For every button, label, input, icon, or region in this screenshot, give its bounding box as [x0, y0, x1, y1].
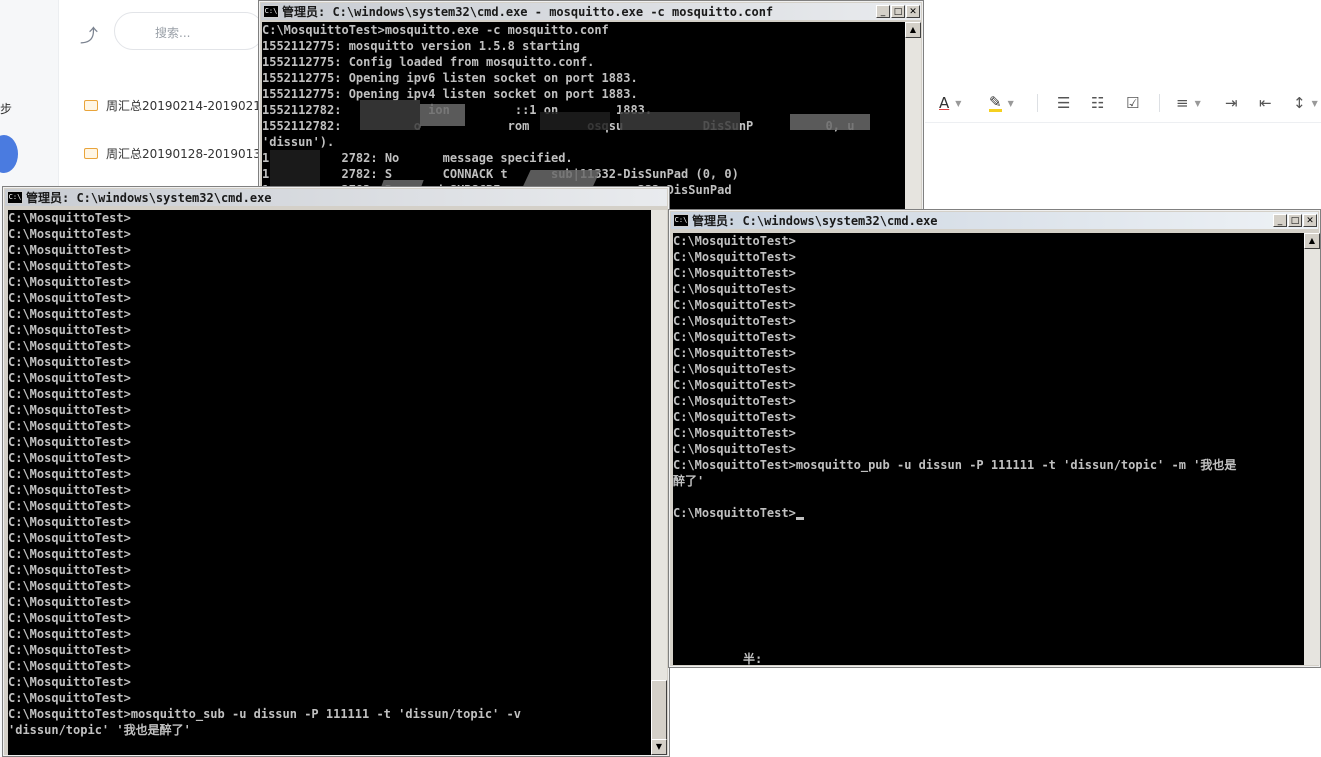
- checkbox-icon[interactable]: ☑: [1126, 90, 1139, 116]
- line-spacing-icon[interactable]: ↕ ▼: [1293, 90, 1318, 116]
- sidebar-avatar[interactable]: [0, 135, 18, 173]
- folder-icon: [84, 147, 98, 159]
- search-placeholder: 搜索...: [155, 26, 191, 40]
- console-output[interactable]: C:\MosquittoTest> C:\MosquittoTest> C:\M…: [673, 233, 1304, 665]
- file-name: 周汇总20190128-20190131: [106, 146, 269, 161]
- bullet-list-icon[interactable]: ☰: [1057, 90, 1070, 116]
- maximize-button[interactable]: □: [1288, 214, 1302, 227]
- title-bar[interactable]: C:\ 管理员: C:\windows\system32\cmd.exe: [5, 189, 667, 206]
- align-icon[interactable]: ≡ ▼: [1176, 90, 1201, 116]
- scroll-up-icon[interactable]: ▲: [905, 22, 921, 38]
- window-title: 管理员: C:\windows\system32\cmd.exe: [692, 214, 938, 228]
- cmd-icon: C:\: [7, 191, 23, 204]
- search-input[interactable]: 搜索...: [114, 12, 264, 50]
- font-color-icon[interactable]: A ▼: [939, 90, 961, 116]
- indent-increase-icon[interactable]: ⇥: [1225, 90, 1238, 116]
- cmd-icon: C:\: [263, 5, 279, 18]
- indent-decrease-icon[interactable]: ⇤: [1259, 90, 1272, 116]
- ime-status: 半:: [743, 652, 763, 665]
- file-item[interactable]: 周汇总20190214-20190216: [84, 95, 269, 115]
- minimize-button[interactable]: _: [876, 5, 890, 18]
- editor-toolbar: A ▼ ✎ ▼ ☰ ☷ ☑ ≡ ▼ ⇥ ⇤ ↕ ▼: [925, 90, 1321, 116]
- sidebar-label: 步: [0, 102, 13, 116]
- publisher-log: C:\MosquittoTest> C:\MosquittoTest> C:\M…: [673, 234, 1237, 520]
- folder-icon: [84, 99, 98, 111]
- cmd-icon: C:\: [673, 214, 689, 227]
- publisher-cmd-window[interactable]: C:\ 管理员: C:\windows\system32\cmd.exe _ □…: [668, 209, 1321, 668]
- console-output[interactable]: C:\MosquittoTest> C:\MosquittoTest> C:\M…: [8, 210, 651, 755]
- window-title: 管理员: C:\windows\system32\cmd.exe - mosqu…: [282, 5, 774, 19]
- maximize-button[interactable]: □: [891, 5, 905, 18]
- scroll-down-icon[interactable]: ▼: [651, 739, 667, 755]
- file-item[interactable]: 周汇总20190128-20190131: [84, 143, 269, 163]
- scrollbar[interactable]: ▲: [1304, 233, 1320, 665]
- title-bar[interactable]: C:\ 管理员: C:\windows\system32\cmd.exe _ □…: [671, 212, 1318, 229]
- scrollbar[interactable]: ▼: [651, 210, 667, 755]
- window-title: 管理员: C:\windows\system32\cmd.exe: [26, 191, 272, 205]
- subscriber-cmd-window[interactable]: C:\ 管理员: C:\windows\system32\cmd.exe C:\…: [2, 186, 670, 757]
- numbered-list-icon[interactable]: ☷: [1091, 90, 1104, 116]
- subscriber-log: C:\MosquittoTest> C:\MosquittoTest> C:\M…: [8, 211, 521, 737]
- highlight-icon[interactable]: ✎ ▼: [989, 90, 1014, 116]
- close-button[interactable]: ✕: [1303, 214, 1317, 227]
- minimize-button[interactable]: _: [1273, 214, 1287, 227]
- back-up-icon[interactable]: ⤴: [80, 22, 98, 48]
- title-bar[interactable]: C:\ 管理员: C:\windows\system32\cmd.exe - m…: [261, 3, 921, 20]
- close-button[interactable]: ✕: [906, 5, 920, 18]
- file-name: 周汇总20190214-20190216: [106, 98, 269, 113]
- scroll-up-icon[interactable]: ▲: [1304, 233, 1320, 249]
- text-cursor: [795, 517, 804, 520]
- scroll-thumb[interactable]: [651, 680, 667, 740]
